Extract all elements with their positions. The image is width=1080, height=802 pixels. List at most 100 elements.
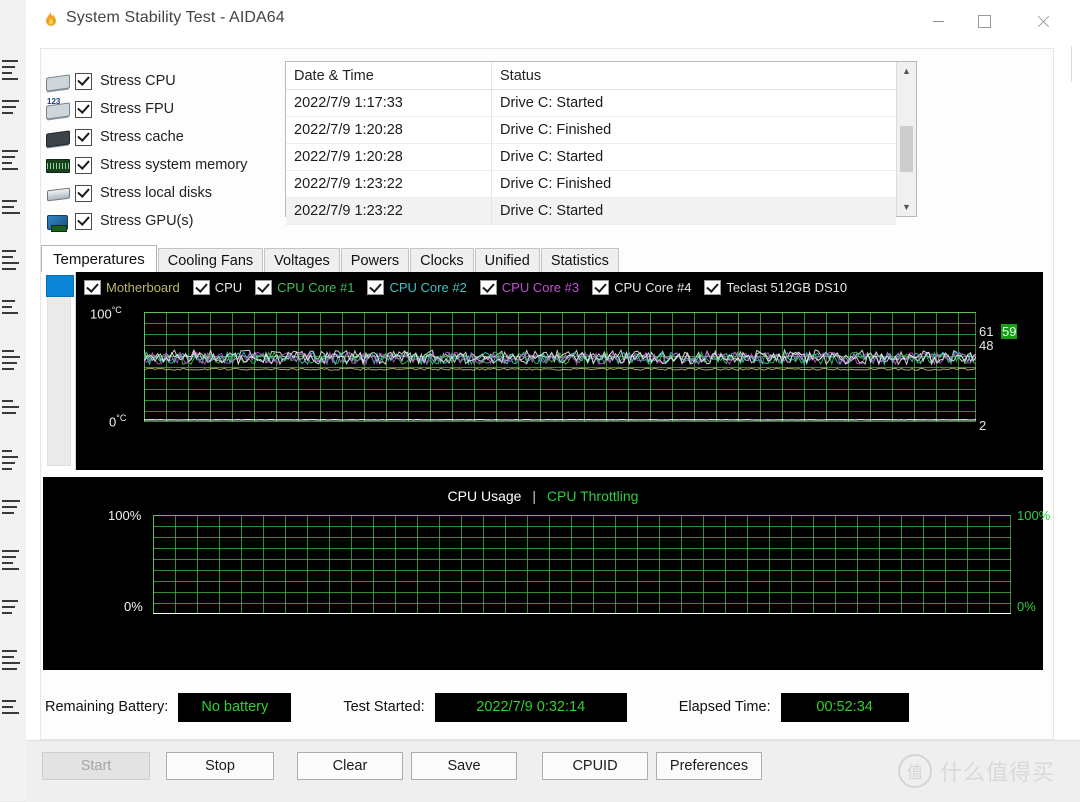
legend-item[interactable]: CPU Core #4 [592,280,691,295]
edge-line [2,250,16,252]
table-row[interactable]: 2022/7/9 1:20:28Drive C: Started [286,144,896,171]
edge-line [2,112,13,114]
cell-datetime: 2022/7/9 1:23:22 [286,171,492,197]
temperature-value-label: 59 [1001,324,1017,339]
legend-label: CPU [215,280,242,295]
maximize-icon [978,15,991,28]
tab-powers[interactable]: Powers [341,248,409,272]
scrollbar-thumb[interactable] [46,275,74,297]
legend-checkbox[interactable] [255,280,272,295]
edge-line [2,562,13,564]
edge-line [2,462,15,464]
stress-option-label: Stress cache [100,129,184,145]
column-header-datetime[interactable]: Date & Time [286,62,492,89]
edge-line [2,456,18,458]
stress-option-row[interactable]: Stress system memory [45,151,265,179]
tab-clocks[interactable]: Clocks [410,248,474,272]
scrollbar-track[interactable] [47,276,71,466]
edge-line [2,306,12,308]
minimize-button[interactable] [915,0,961,42]
legend-checkbox[interactable] [367,280,384,295]
stress-option-checkbox[interactable] [75,129,92,146]
stress-option-checkbox[interactable] [75,157,92,174]
event-log-rows: 2022/7/9 1:17:33Drive C: Started2022/7/9… [286,90,896,225]
save-button[interactable]: Save [411,752,517,780]
temperature-scrollbar[interactable] [43,272,76,470]
scroll-up-icon[interactable]: ▲ [897,62,916,80]
legend-item[interactable]: CPU [193,280,242,295]
legend-item[interactable]: CPU Core #3 [480,280,579,295]
title-bar: System Stability Test - AIDA64 [26,0,1080,42]
stress-option-checkbox[interactable] [75,213,92,230]
fpu-chip-icon: 123 [45,99,71,119]
usage-axis-min-left: 0% [124,599,143,614]
cell-status: Drive C: Started [492,90,896,116]
tab-temperatures[interactable]: Temperatures [41,245,157,272]
cell-status: Drive C: Started [492,198,896,224]
close-button[interactable] [1020,0,1066,42]
edge-line [2,650,17,652]
edge-line [2,356,20,358]
legend-checkbox[interactable] [84,280,101,295]
edge-line [2,72,12,74]
cpu-throttling-label: CPU Throttling [547,488,639,504]
legend-checkbox[interactable] [592,280,609,295]
button-label: Clear [333,758,368,774]
edge-line [2,556,16,558]
edge-line [2,712,19,714]
edge-line [2,60,18,62]
battery-label: Remaining Battery: [45,699,168,715]
edge-line [2,362,17,364]
cpu-usage-traces [153,515,1011,614]
stress-option-checkbox[interactable] [75,185,92,202]
legend-checkbox[interactable] [193,280,210,295]
tab-statistics[interactable]: Statistics [541,248,619,272]
stress-option-row[interactable]: Stress local disks [45,179,265,207]
stress-option-row[interactable]: Stress GPU(s) [45,207,265,235]
clear-button[interactable]: Clear [297,752,403,780]
edge-line [2,600,18,602]
tab-label: Voltages [274,253,330,269]
legend-item[interactable]: CPU Core #2 [367,280,466,295]
temperature-legend: Motherboard CPU CPU Core #1 CPU Core #2 CPU … [84,280,860,295]
table-row[interactable]: 2022/7/9 1:23:22Drive C: Started [286,198,896,225]
usage-axis-max-left: 100% [108,508,141,523]
tab-unified[interactable]: Unified [475,248,540,272]
legend-label: CPU Core #2 [389,280,466,295]
legend-item[interactable]: CPU Core #1 [255,280,354,295]
stop-button[interactable]: Stop [166,752,274,780]
legend-checkbox[interactable] [480,280,497,295]
legend-item[interactable]: Teclast 512GB DS10 [704,280,847,295]
gpu-card-icon [45,211,71,231]
table-row[interactable]: 2022/7/9 1:17:33Drive C: Started [286,90,896,117]
legend-item[interactable]: Motherboard [84,280,180,295]
edge-line [2,468,12,470]
column-header-status[interactable]: Status [492,62,896,89]
cpuid-button[interactable]: CPUID [542,752,648,780]
temperature-graph-panel: Motherboard CPU CPU Core #1 CPU Core #2 CPU … [43,272,1043,470]
right-edge-sliver [1071,46,1080,82]
stress-option-row[interactable]: Stress cache [45,123,265,151]
preferences-button[interactable]: Preferences [656,752,762,780]
edge-line [2,512,14,514]
legend-checkbox[interactable] [704,280,721,295]
table-row[interactable]: 2022/7/9 1:20:28Drive C: Finished [286,117,896,144]
elapsed-time-label: Elapsed Time: [679,699,771,715]
scrollbar-thumb[interactable] [900,126,913,172]
edge-line [2,150,18,152]
stress-option-row[interactable]: 123Stress FPU [45,95,265,123]
window-title: System Stability Test - AIDA64 [66,9,285,27]
event-log-scrollbar[interactable]: ▲ ▼ [896,62,916,216]
edge-line [2,612,12,614]
scroll-down-icon[interactable]: ▼ [897,198,916,216]
stress-option-row[interactable]: Stress CPU [45,67,265,95]
tab-voltages[interactable]: Voltages [264,248,340,272]
legend-label: CPU Core #4 [614,280,691,295]
table-row[interactable]: 2022/7/9 1:23:22Drive C: Finished [286,171,896,198]
stress-option-checkbox[interactable] [75,101,92,118]
edge-line [2,450,12,452]
temp-axis-max-label: 100°C [90,305,122,321]
tab-cooling-fans[interactable]: Cooling Fans [158,248,263,272]
maximize-button[interactable] [961,0,1007,42]
stress-option-checkbox[interactable] [75,73,92,90]
